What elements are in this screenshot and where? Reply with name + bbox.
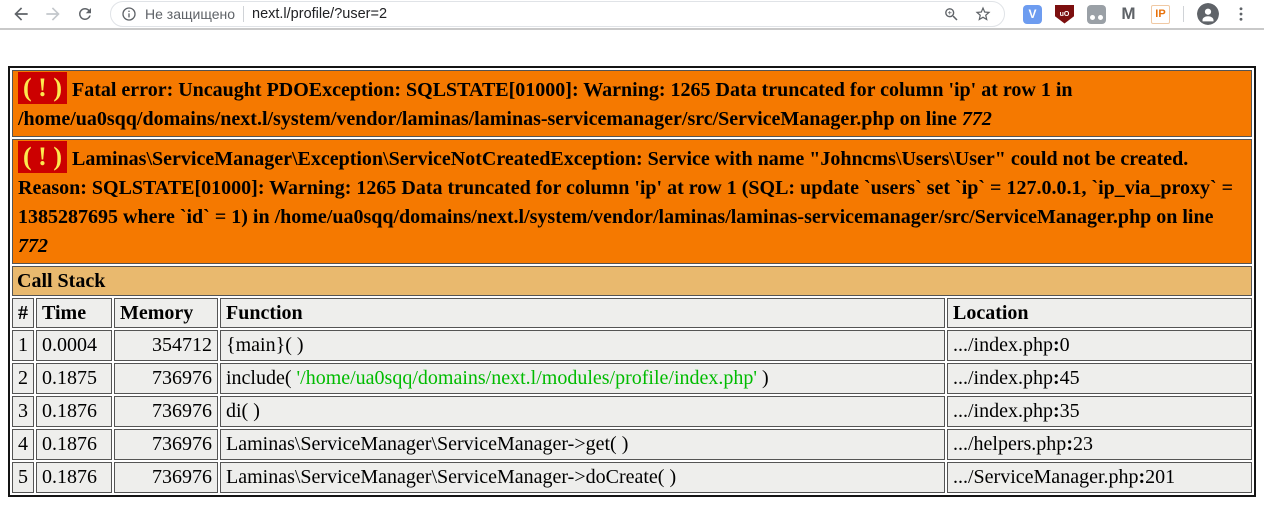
- stack-time: 0.1876: [36, 396, 112, 427]
- call-stack-header-row: # Time Memory Function Location: [12, 298, 1252, 328]
- exception-row: ( ! )Laminas\ServiceManager\Exception\Se…: [12, 139, 1252, 264]
- stack-row: 3 0.1876 736976 di( ) .../index.php:35: [12, 396, 1252, 427]
- security-label[interactable]: Не защищено: [145, 6, 235, 22]
- toolbar-separator: [1183, 6, 1184, 22]
- loc-colon: :: [1066, 433, 1073, 455]
- col-header-function: Function: [220, 298, 945, 328]
- loc-colon: :: [1053, 400, 1060, 422]
- loc-file: .../ServiceManager.php: [953, 466, 1139, 488]
- fatal-error-text: Fatal error: Uncaught PDOException: SQLS…: [18, 79, 1073, 130]
- stack-num: 3: [12, 396, 34, 427]
- fatal-error-row: ( ! )Fatal error: Uncaught PDOException:…: [12, 70, 1252, 137]
- stack-memory: 736976: [114, 429, 218, 460]
- loc-line: 23: [1073, 433, 1093, 455]
- loc-file: .../index.php: [953, 367, 1053, 389]
- col-header-location: Location: [947, 298, 1252, 328]
- extension-dots-icon[interactable]: [1087, 5, 1106, 24]
- stack-row: 2 0.1875 736976 include( '/home/ua0sqq/d…: [12, 363, 1252, 394]
- stack-row: 1 0.0004 354712 {main}( ) .../index.php:…: [12, 330, 1252, 361]
- function-name: include(: [226, 367, 297, 389]
- exception-text: Laminas\ServiceManager\Exception\Service…: [18, 148, 1233, 228]
- error-bang-icon: ( ! ): [18, 72, 67, 104]
- stack-num: 5: [12, 462, 34, 493]
- reload-button[interactable]: [72, 1, 98, 27]
- col-header-num: #: [12, 298, 34, 328]
- error-line-number: 772: [18, 235, 48, 257]
- extension-v-icon[interactable]: V: [1023, 5, 1042, 24]
- ublock-origin-icon[interactable]: uO: [1055, 5, 1074, 24]
- bookmark-star-icon[interactable]: [974, 5, 992, 23]
- stack-time: 0.1876: [36, 429, 112, 460]
- omnibox-separator: [243, 6, 244, 22]
- call-stack-title-row: Call Stack: [12, 266, 1252, 296]
- stack-num: 1: [12, 330, 34, 361]
- function-name: Laminas\ServiceManager\ServiceManager->d…: [226, 466, 676, 488]
- address-bar[interactable]: Не защищено next.l/profile/?user=2: [110, 1, 1005, 27]
- stack-row: 4 0.1876 736976 Laminas\ServiceManager\S…: [12, 429, 1252, 460]
- loc-colon: :: [1053, 367, 1060, 389]
- loc-line: 0: [1060, 334, 1070, 356]
- function-name: {main}( ): [226, 334, 304, 356]
- forward-button[interactable]: [40, 1, 66, 27]
- function-name: Laminas\ServiceManager\ServiceManager->g…: [226, 433, 628, 455]
- stack-memory: 736976: [114, 363, 218, 394]
- zoom-icon[interactable]: [943, 6, 960, 23]
- back-arrow-icon: [11, 4, 31, 24]
- call-stack-title: Call Stack: [12, 266, 1252, 296]
- stack-num: 2: [12, 363, 34, 394]
- stack-memory: 736976: [114, 396, 218, 427]
- browser-toolbar: Не защищено next.l/profile/?user=2 V uO …: [0, 0, 1264, 30]
- profile-avatar-icon[interactable]: [1197, 3, 1219, 25]
- col-header-memory: Memory: [114, 298, 218, 328]
- info-icon[interactable]: [121, 6, 137, 22]
- back-button[interactable]: [8, 1, 34, 27]
- loc-line: 35: [1060, 400, 1080, 422]
- extension-m-icon[interactable]: M: [1119, 5, 1138, 24]
- page-content: ( ! )Fatal error: Uncaught PDOException:…: [0, 30, 1264, 497]
- loc-line: 201: [1145, 466, 1175, 488]
- fatal-error-message: ( ! )Fatal error: Uncaught PDOException:…: [12, 70, 1252, 137]
- stack-time: 0.1875: [36, 363, 112, 394]
- menu-dots-icon[interactable]: [1232, 5, 1250, 23]
- loc-file: .../index.php: [953, 400, 1053, 422]
- extensions-area: V uO M IP: [1017, 3, 1256, 25]
- reload-icon: [76, 5, 94, 23]
- error-line-number: 772: [962, 108, 992, 130]
- forward-arrow-icon: [43, 4, 63, 24]
- stack-memory: 736976: [114, 462, 218, 493]
- exception-message: ( ! )Laminas\ServiceManager\Exception\Se…: [12, 139, 1252, 264]
- loc-file: .../index.php: [953, 334, 1053, 356]
- loc-colon: :: [1053, 334, 1060, 356]
- extension-ip-icon[interactable]: IP: [1151, 5, 1170, 24]
- url-text[interactable]: next.l/profile/?user=2: [252, 6, 935, 22]
- error-bang-icon: ( ! ): [18, 141, 67, 173]
- function-name: di( ): [226, 400, 260, 422]
- stack-row: 5 0.1876 736976 Laminas\ServiceManager\S…: [12, 462, 1252, 493]
- stack-num: 4: [12, 429, 34, 460]
- include-path: '/home/ua0sqq/domains/next.l/modules/pro…: [297, 367, 757, 389]
- loc-file: .../helpers.php: [953, 433, 1066, 455]
- stack-time: 0.0004: [36, 330, 112, 361]
- xdebug-error-table: ( ! )Fatal error: Uncaught PDOException:…: [8, 66, 1256, 497]
- function-suffix: ): [757, 367, 769, 389]
- stack-memory: 354712: [114, 330, 218, 361]
- col-header-time: Time: [36, 298, 112, 328]
- loc-line: 45: [1060, 367, 1080, 389]
- stack-time: 0.1876: [36, 462, 112, 493]
